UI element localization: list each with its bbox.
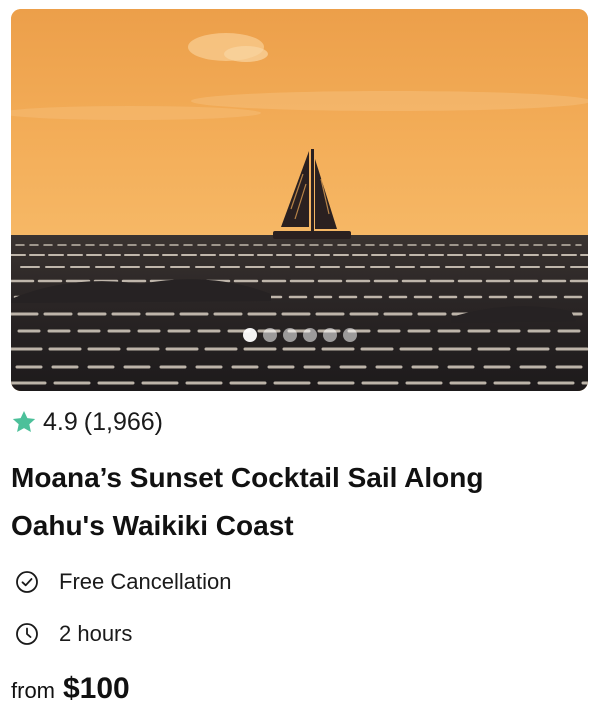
duration-feature: 2 hours: [15, 619, 132, 649]
price-prefix: from: [11, 678, 55, 703]
price-amount: $100: [63, 672, 130, 705]
review-count: (1,966): [83, 407, 163, 436]
carousel-dot[interactable]: [242, 328, 257, 342]
star-icon: [12, 410, 36, 432]
clock-icon: [16, 623, 38, 645]
rating-score: 4.9: [43, 407, 78, 436]
carousel-dot[interactable]: [262, 328, 277, 342]
activity-title[interactable]: Moana’s Sunset Cocktail Sail Along Oahu'…: [11, 454, 581, 550]
carousel-dot[interactable]: [322, 328, 337, 342]
rating: 4.9 (1,966): [11, 407, 163, 437]
carousel-dot[interactable]: [282, 328, 297, 342]
check-circle-icon: [16, 571, 38, 593]
activity-photo[interactable]: [11, 9, 588, 391]
activity-card[interactable]: 4.9 (1,966) Moana’s Sunset Cocktail Sail…: [0, 0, 598, 716]
carousel-dots: [11, 328, 588, 342]
free-cancellation-feature: Free Cancellation: [15, 567, 231, 597]
carousel-dot[interactable]: [302, 328, 317, 342]
free-cancellation-label: Free Cancellation: [59, 569, 232, 594]
price: from $100: [11, 672, 130, 712]
duration-label: 2 hours: [59, 621, 133, 646]
carousel-dot[interactable]: [342, 328, 357, 342]
